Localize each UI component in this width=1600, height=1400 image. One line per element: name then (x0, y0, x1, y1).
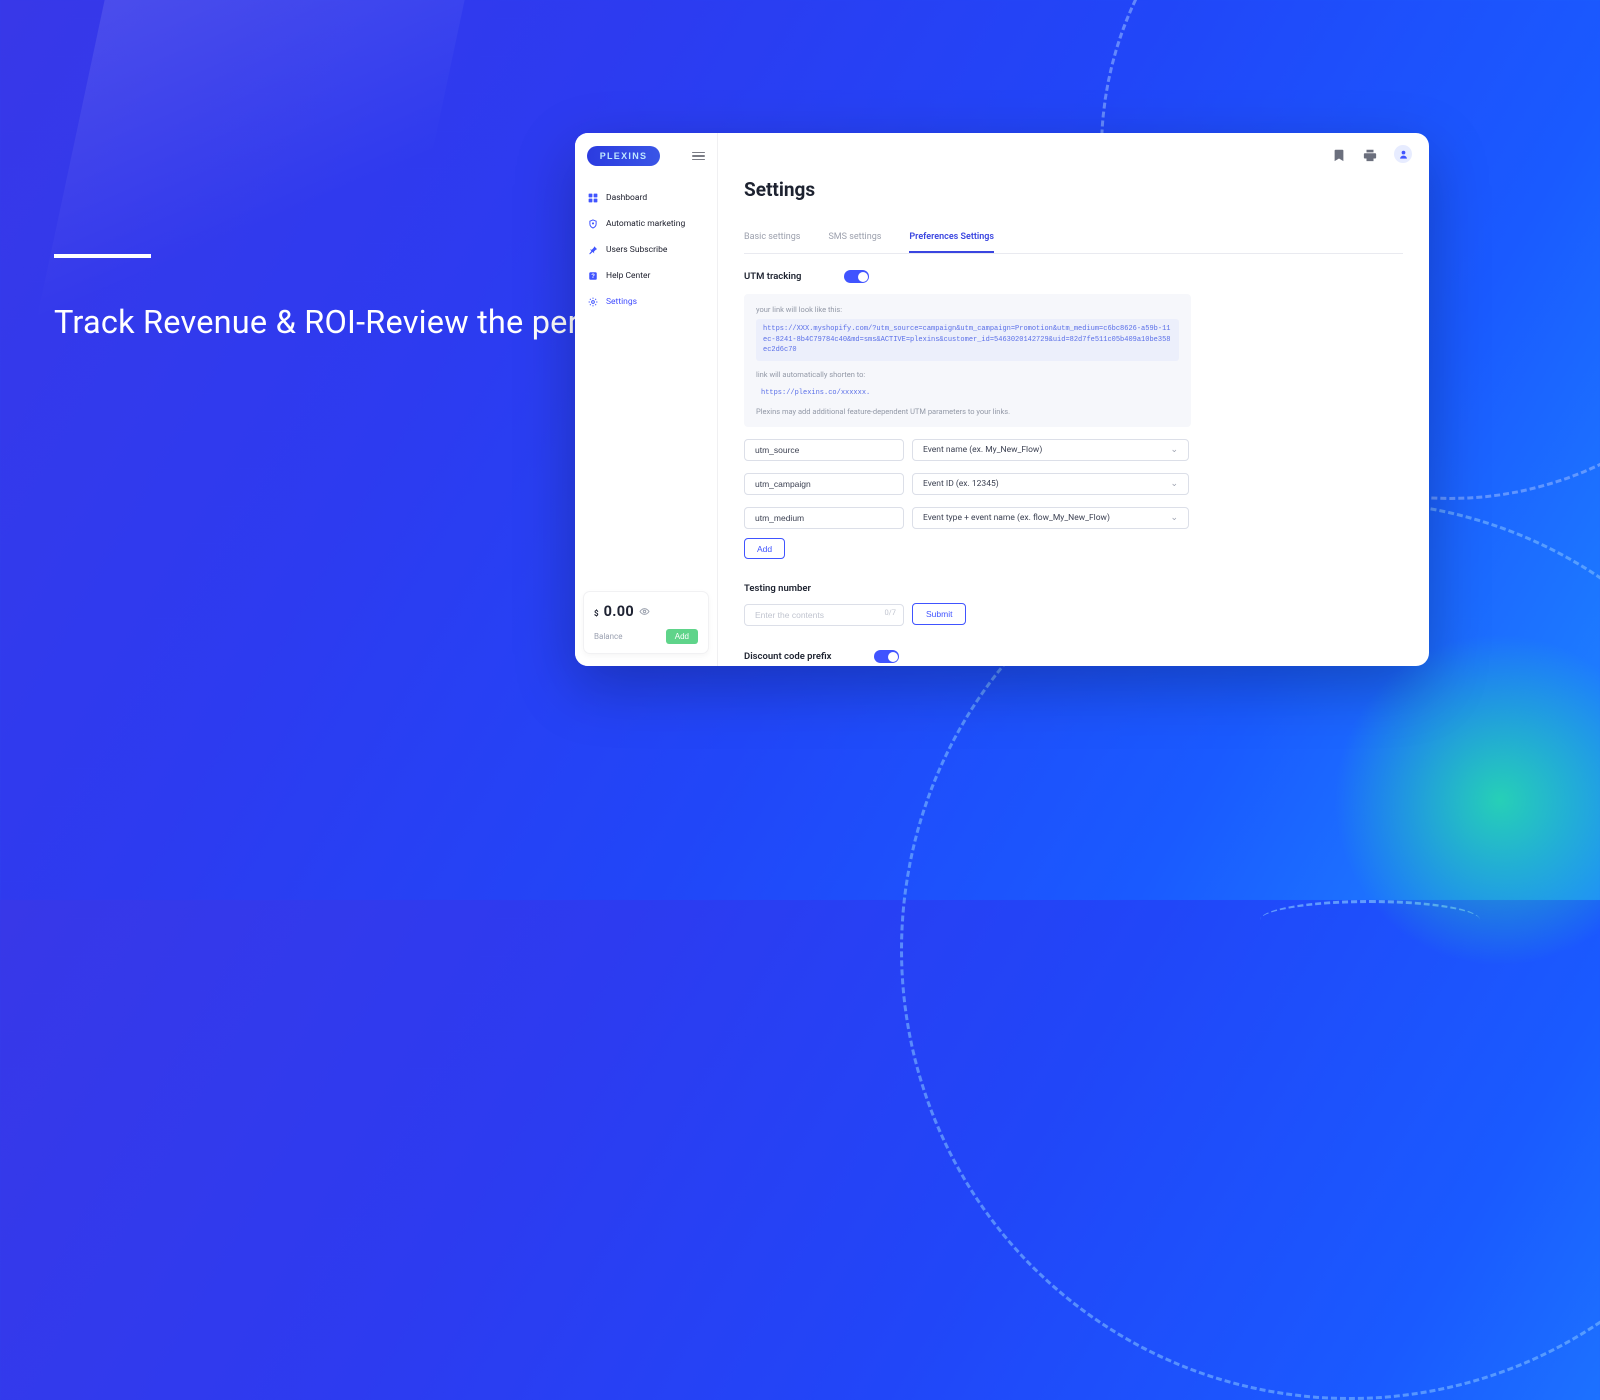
sidebar-item-label: Help Center (606, 271, 650, 281)
utm-look-label: your link will look like this: (756, 305, 1179, 314)
utm-row: Event ID (ex. 12345) ⌄ (744, 473, 1403, 495)
utm-section: UTM tracking your link will look like th… (744, 270, 1403, 559)
testing-submit-button[interactable]: Submit (912, 603, 966, 625)
utm-key-input[interactable] (744, 439, 904, 461)
hero-divider (54, 254, 151, 258)
utm-key-input[interactable] (744, 473, 904, 495)
page-title: Settings (744, 178, 1403, 201)
utm-example-url: https://XXX.myshopify.com/?utm_source=ca… (756, 319, 1179, 361)
utm-shorten-label: link will automatically shorten to: (756, 370, 1179, 379)
utm-add-button[interactable]: Add (744, 538, 785, 559)
print-icon[interactable] (1363, 147, 1377, 161)
discount-title: Discount code prefix (744, 651, 831, 662)
sidebar-item-label: Settings (606, 297, 637, 307)
sidebar-item-dashboard[interactable]: Dashboard (575, 185, 717, 211)
bg-streak (15, 0, 464, 420)
discount-toggle[interactable] (874, 650, 899, 663)
utm-key-input[interactable] (744, 507, 904, 529)
eye-icon[interactable] (639, 602, 650, 621)
testing-input[interactable] (744, 604, 904, 626)
sidebar-item-label: Automatic marketing (606, 219, 685, 229)
tab-basic[interactable]: Basic settings (744, 223, 800, 253)
svg-text:?: ? (591, 274, 595, 280)
sidebar-item-help[interactable]: ? Help Center (575, 263, 717, 289)
utm-value-label: Event ID (ex. 12345) (923, 479, 999, 489)
sidebar-item-settings[interactable]: Settings (575, 289, 717, 315)
app-window: PLEXINS Dashboard Automatic marketing Us… (575, 133, 1429, 666)
help-icon: ? (588, 271, 598, 281)
balance-add-button[interactable]: Add (666, 629, 698, 644)
sidebar-item-subscribe[interactable]: Users Subscribe (575, 237, 717, 263)
bookmark-icon[interactable] (1332, 147, 1346, 161)
grid-icon (588, 193, 598, 203)
balance-currency: $ (594, 609, 599, 618)
tabs: Basic settings SMS settings Preferences … (744, 223, 1403, 254)
bg-glow (1320, 620, 1600, 980)
topbar (718, 133, 1429, 175)
menu-toggle-icon[interactable] (692, 150, 705, 163)
tab-sms[interactable]: SMS settings (828, 223, 881, 253)
testing-section: Testing number 0/7 Submit (744, 583, 1403, 626)
utm-note: Plexins may add additional feature-depen… (756, 407, 1179, 416)
utm-value-select[interactable]: Event name (ex. My_New_Flow) ⌄ (912, 439, 1189, 461)
main: Settings Basic settings SMS settings Pre… (718, 133, 1429, 666)
sidebar: PLEXINS Dashboard Automatic marketing Us… (575, 133, 718, 666)
balance-label: Balance (594, 632, 622, 641)
testing-counter: 0/7 (884, 608, 896, 617)
chevron-down-icon: ⌄ (1170, 513, 1178, 523)
utm-value-label: Event type + event name (ex. flow_My_New… (923, 513, 1110, 523)
utm-row: Event type + event name (ex. flow_My_New… (744, 507, 1403, 529)
pin-icon (588, 245, 598, 255)
chevron-down-icon: ⌄ (1170, 445, 1178, 455)
logo-text: PLEXINS (600, 151, 648, 161)
testing-title: Testing number (744, 583, 1403, 594)
nav: Dashboard Automatic marketing Users Subs… (575, 179, 717, 321)
utm-value-label: Event name (ex. My_New_Flow) (923, 445, 1042, 455)
logo[interactable]: PLEXINS (587, 146, 660, 166)
balance-value: 0.00 (604, 603, 634, 620)
utm-value-select[interactable]: Event ID (ex. 12345) ⌄ (912, 473, 1189, 495)
utm-row: Event name (ex. My_New_Flow) ⌄ (744, 439, 1403, 461)
discount-section: Discount code prefix (744, 650, 1403, 663)
shield-icon (588, 219, 598, 229)
chevron-down-icon: ⌄ (1170, 479, 1178, 489)
utm-info-box: your link will look like this: https://X… (744, 294, 1191, 427)
utm-toggle[interactable] (844, 270, 869, 283)
sidebar-item-label: Users Subscribe (606, 245, 667, 255)
sidebar-item-label: Dashboard (606, 193, 647, 203)
utm-title: UTM tracking (744, 271, 801, 282)
gear-icon (588, 297, 598, 307)
utm-value-select[interactable]: Event type + event name (ex. flow_My_New… (912, 507, 1189, 529)
sidebar-item-marketing[interactable]: Automatic marketing (575, 211, 717, 237)
tab-preferences[interactable]: Preferences Settings (909, 223, 994, 253)
utm-short-url: https://plexins.co/xxxxxx. (756, 384, 1179, 399)
avatar[interactable] (1394, 145, 1412, 163)
balance-card: $ 0.00 Balance Add (583, 591, 709, 654)
